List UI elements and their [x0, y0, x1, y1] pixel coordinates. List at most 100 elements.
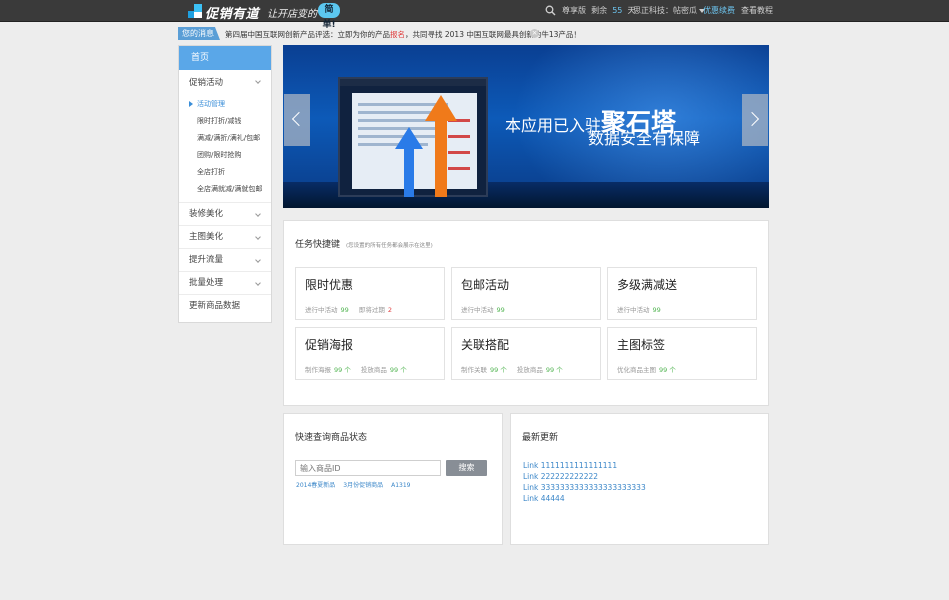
task-card-title: 促销海报: [305, 338, 354, 352]
task-card-related-match[interactable]: 关联搭配 制作关联 99 个 投放商品 99 个: [451, 327, 601, 380]
task-card-multi-level[interactable]: 多级满减送 进行中活动 99: [607, 267, 757, 320]
banner-prev-button[interactable]: [284, 94, 310, 146]
notice-text-after: ，共同寻找 2013 中国互联网最具创新的牛13产品！: [405, 30, 581, 39]
sidebar-item-decoration[interactable]: 装修美化: [179, 203, 271, 226]
product-id-input[interactable]: [295, 460, 441, 476]
task-card-stats: 制作关联 99 个 投放商品 99 个: [461, 364, 563, 374]
task-card-stats: 进行中活动 99 即将过期 2: [305, 304, 392, 314]
update-link[interactable]: Link 1111111111111111: [523, 460, 646, 471]
stat-value[interactable]: 99 个: [659, 366, 676, 374]
update-list: Link 1111111111111111 Link 222222222222 …: [523, 460, 646, 504]
chevron-down-icon: [255, 78, 261, 84]
sidebar-item-main-image[interactable]: 主图美化: [179, 226, 271, 249]
discount-renew-link[interactable]: 优惠续费: [703, 5, 735, 16]
task-title-text: 任务快捷键: [295, 240, 341, 250]
sidebar-item-label: 主图美化: [189, 232, 224, 242]
stat-value[interactable]: 99: [653, 306, 661, 314]
task-card-poster[interactable]: 促销海报 制作海报 99 个 投放商品 99 个: [295, 327, 445, 380]
chevron-down-icon: [255, 234, 261, 240]
triangle-right-icon: [189, 101, 193, 107]
stat-value[interactable]: 99 个: [546, 366, 563, 374]
sidebar-submenu: 活动管理 限时打折/减钱 满减/满折/满礼/包邮 团购/限时抢购 全店打折 全店…: [179, 96, 271, 203]
remaining-days: 55: [612, 6, 623, 15]
close-icon[interactable]: ×: [530, 29, 539, 38]
banner-subline: 数据安全有保障: [588, 129, 701, 148]
stat-value[interactable]: 99: [497, 306, 505, 314]
stat-label: 进行中活动: [461, 306, 494, 314]
update-link[interactable]: Link 222222222222: [523, 471, 646, 482]
task-card-stats: 进行中活动 99: [617, 304, 661, 314]
task-card-title: 关联搭配: [461, 338, 510, 352]
sidebar-subitem-flash-discount[interactable]: 限时打折/减钱: [179, 113, 271, 130]
slogan: 让开店变的: [267, 9, 317, 20]
task-title-hint: (您设置的所有任务都会展示在这里): [346, 243, 433, 249]
sidebar-subitem-activity-management[interactable]: 活动管理: [179, 96, 271, 113]
stat-label: 即将过期: [358, 306, 385, 314]
user-menu[interactable]: 思正科技：帖密瓜: [633, 5, 705, 16]
latest-updates-panel: 最新更新 Link 1111111111111111 Link 22222222…: [510, 413, 769, 545]
stat-value[interactable]: 99 个: [390, 366, 407, 374]
search-icon[interactable]: [545, 5, 556, 16]
chevron-left-icon: [291, 111, 307, 127]
user-name[interactable]: 思正科技：帖密瓜: [633, 6, 697, 15]
task-card-image-tag[interactable]: 主图标签 优化商品主图 99 个: [607, 327, 757, 380]
stat-value[interactable]: 2: [388, 306, 392, 314]
task-card-title: 多级满减送: [617, 278, 678, 292]
task-card-free-shipping[interactable]: 包邮活动 进行中活动 99: [451, 267, 601, 320]
search-button[interactable]: 搜索: [446, 460, 487, 476]
stat-value[interactable]: 99 个: [490, 366, 507, 374]
sidebar-item-label: 提升流量: [189, 255, 224, 265]
tutorial-link[interactable]: 查看教程: [741, 5, 773, 16]
stat-label: 进行中活动: [305, 306, 338, 314]
task-card-stats: 进行中活动 99: [461, 304, 505, 314]
sidebar-item-label: 装修美化: [189, 209, 224, 219]
notice-tag: 您的消息: [178, 27, 220, 40]
stat-label: 进行中活动: [617, 306, 650, 314]
stat-label: 制作关联: [461, 366, 487, 374]
arrow-up-orange-icon: [425, 95, 457, 197]
query-link[interactable]: A1319: [391, 482, 410, 489]
sidebar-item-label: 批量处理: [189, 278, 224, 288]
sidebar-item-batch[interactable]: 批量处理: [179, 272, 271, 295]
notice-signup-link[interactable]: 报名: [390, 30, 405, 39]
remaining-label: 剩余: [591, 6, 608, 15]
chevron-down-icon: [255, 211, 261, 217]
sidebar-subitem-store-discount[interactable]: 全店打折: [179, 164, 271, 181]
stat-value[interactable]: 99 个: [334, 366, 351, 374]
promo-banner[interactable]: 本应用已入驻聚石塔 数据安全有保障: [283, 45, 769, 208]
notice-message: 第四届中国互联网创新产品评选：立即为你的产品报名，共同寻找 2013 中国互联网…: [225, 29, 581, 40]
edition-info: 尊享版 剩余 55 天: [562, 5, 635, 16]
task-card-title: 限时优惠: [305, 278, 354, 292]
task-shortcuts-panel: 任务快捷键 (您设置的所有任务都会展示在这里) 限时优惠 进行中活动 99 即将过期…: [283, 220, 769, 406]
stat-value[interactable]: 99: [341, 306, 349, 314]
sidebar-subitem-group-buy[interactable]: 团购/限时抢购: [179, 147, 271, 164]
task-card-title: 主图标签: [617, 338, 666, 352]
sidebar-item-promotions[interactable]: 促销活动: [179, 70, 271, 96]
sidebar-subitem-label: 活动管理: [197, 100, 225, 108]
banner-headline-prefix: 本应用已入驻: [505, 116, 602, 135]
chevron-right-icon: [744, 111, 760, 127]
sidebar-item-traffic[interactable]: 提升流量: [179, 249, 271, 272]
top-navbar: 促销有道 让开店变的 简单! 尊享版 剩余 55 天 思正科技：帖密瓜 优惠续费…: [0, 0, 949, 30]
sidebar-item-label: 促销活动: [189, 78, 224, 88]
query-panel-title: 快速查询商品状态: [295, 433, 368, 443]
sidebar-subitem-store-reduction[interactable]: 全店满就减/满就包邮: [179, 181, 271, 198]
sidebar-item-home[interactable]: 首页: [179, 46, 271, 70]
brand-name[interactable]: 促销有道: [205, 3, 259, 22]
query-link[interactable]: 2014春夏新品: [296, 482, 335, 489]
stat-label: 投放商品: [360, 366, 387, 374]
sidebar-item-update-data[interactable]: 更新商品数据: [179, 295, 271, 318]
stat-label: 投放商品: [516, 366, 543, 374]
update-link[interactable]: Link 44444: [523, 493, 646, 504]
updates-panel-title: 最新更新: [522, 433, 559, 443]
task-card-flash-sale[interactable]: 限时优惠 进行中活动 99 即将过期 2: [295, 267, 445, 320]
banner-next-button[interactable]: [742, 94, 768, 146]
edition-label: 尊享版: [562, 6, 586, 15]
task-card-title: 包邮活动: [461, 278, 510, 292]
query-link[interactable]: 3月份促销商品: [343, 482, 383, 489]
chevron-down-icon: [255, 280, 261, 286]
logo-icon[interactable]: [188, 4, 202, 18]
sidebar-subitem-full-reduction[interactable]: 满减/满折/满礼/包邮: [179, 130, 271, 147]
update-link[interactable]: Link 3333333333333333333333: [523, 482, 646, 493]
chevron-down-icon: [255, 257, 261, 263]
